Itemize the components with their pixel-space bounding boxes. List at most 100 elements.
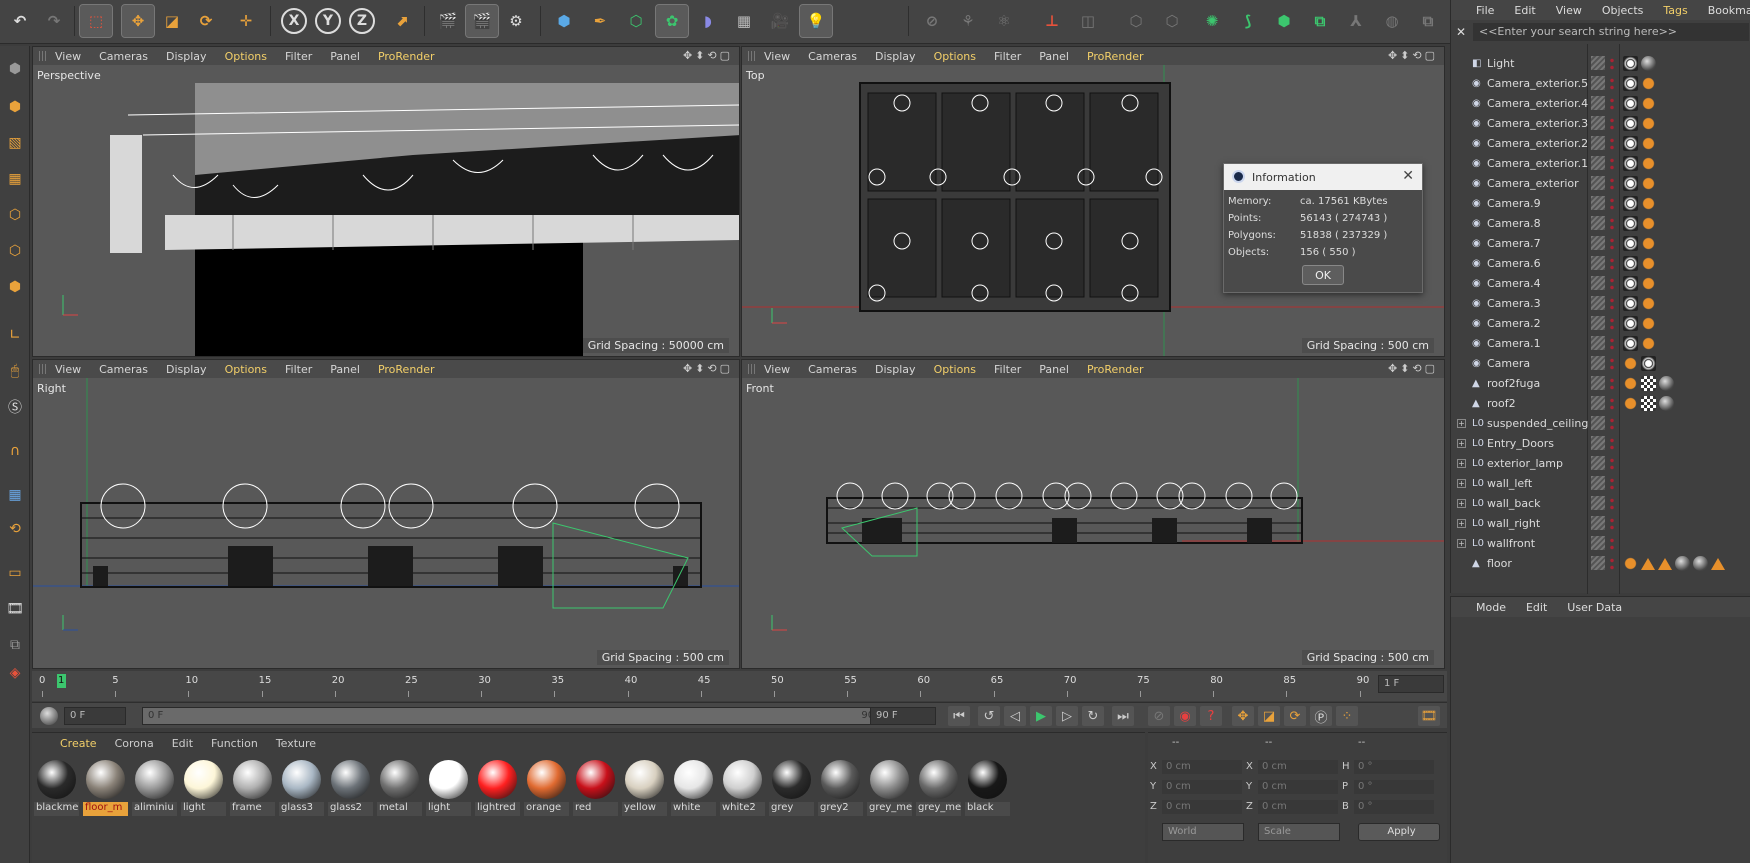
am-menu-mode[interactable]: Mode xyxy=(1476,601,1506,614)
viewport-navigation-icons[interactable]: ✥⬍⟲▢ xyxy=(1388,49,1438,62)
object-row[interactable]: ◧ Light xyxy=(1451,54,1750,74)
object-name[interactable]: Camera_exterior.4 xyxy=(1487,97,1588,110)
material-swatch[interactable]: orange xyxy=(524,758,569,817)
object-mode-icon[interactable]: ⬡ xyxy=(1120,5,1152,37)
visibility-dots-icon[interactable] xyxy=(1610,277,1614,291)
visibility-dots-icon[interactable] xyxy=(1610,137,1614,151)
object-name[interactable]: Camera_exterior.5 xyxy=(1487,77,1588,90)
object-row[interactable]: ◉ Camera.3 xyxy=(1451,294,1750,314)
menu-panel[interactable]: Panel xyxy=(1039,50,1069,63)
layer-icon[interactable] xyxy=(1591,116,1605,130)
object-name[interactable]: floor xyxy=(1487,557,1512,570)
material-menu-corona[interactable]: Corona xyxy=(115,737,154,750)
material-swatch[interactable]: grey_me xyxy=(867,758,912,817)
menu-prorender[interactable]: ProRender xyxy=(378,50,435,63)
material-menu-create[interactable]: Create xyxy=(60,737,97,750)
edges-icon[interactable]: ⬡ xyxy=(2,238,28,264)
model-icon[interactable]: ⬢ xyxy=(2,94,28,120)
menu-options[interactable]: Options xyxy=(934,363,976,376)
object-row[interactable]: + L0 wallfront xyxy=(1451,534,1750,554)
viewport-perspective[interactable]: View Cameras Display Options Filter Pane… xyxy=(32,46,740,357)
visibility-dots-icon[interactable] xyxy=(1610,237,1614,251)
expand-icon[interactable]: + xyxy=(1457,539,1466,548)
tweak-icon[interactable]: 🖱 xyxy=(2,358,28,384)
position-key-icon[interactable]: ✥ xyxy=(1232,706,1254,726)
menu-cameras[interactable]: Cameras xyxy=(808,363,857,376)
menu-filter[interactable]: Filter xyxy=(285,50,312,63)
protection-tag-icon[interactable] xyxy=(1623,556,1638,571)
target-tag-icon[interactable] xyxy=(1623,136,1638,151)
undo-icon[interactable]: ↶ xyxy=(4,5,36,37)
object-row[interactable]: + L0 Entry_Doors xyxy=(1451,434,1750,454)
phong-tag-icon[interactable] xyxy=(1641,558,1655,570)
object-search-input[interactable]: <<Enter your search string here>> xyxy=(1473,23,1749,41)
material-swatch[interactable]: black xyxy=(965,758,1010,817)
target-tag-icon[interactable] xyxy=(1623,296,1638,311)
layer-icon[interactable] xyxy=(1591,216,1605,230)
texture-tag-icon[interactable] xyxy=(1641,396,1656,411)
visibility-dots-icon[interactable] xyxy=(1610,157,1614,171)
ok-button[interactable]: OK xyxy=(1302,265,1344,285)
viewport-front[interactable]: View Cameras Display Options Filter Pane… xyxy=(741,359,1445,669)
object-name[interactable]: Camera.8 xyxy=(1487,217,1541,230)
material-swatch[interactable]: red xyxy=(573,758,618,817)
scale-icon[interactable]: ◪ xyxy=(156,5,188,37)
viewport-right[interactable]: View Cameras Display Options Filter Pane… xyxy=(32,359,740,669)
object-name[interactable]: exterior_lamp xyxy=(1487,457,1563,470)
layer-icon[interactable] xyxy=(1591,536,1605,550)
target-tag-icon[interactable] xyxy=(1623,116,1638,131)
object-row[interactable]: ▲ roof2fuga xyxy=(1451,374,1750,394)
cloner-icon[interactable]: ✿ xyxy=(655,4,689,38)
expand-icon[interactable]: + xyxy=(1457,459,1466,468)
menu-view[interactable]: View xyxy=(764,363,790,376)
material-tag-icon[interactable] xyxy=(1659,376,1674,391)
object-name[interactable]: Camera.9 xyxy=(1487,197,1541,210)
object-name[interactable]: Camera.7 xyxy=(1487,237,1541,250)
rotation-key-icon[interactable]: ⟳ xyxy=(1284,706,1306,726)
visibility-dots-icon[interactable] xyxy=(1610,437,1614,451)
coordinate-value-field[interactable]: 0 cm xyxy=(1258,760,1338,774)
layer-icon[interactable] xyxy=(1591,476,1605,490)
object-row[interactable]: ◉ Camera xyxy=(1451,354,1750,374)
om-menu-file[interactable]: File xyxy=(1476,4,1494,17)
protection-tag-icon[interactable] xyxy=(1641,196,1656,211)
object-row[interactable]: ◉ Camera_exterior.2 xyxy=(1451,134,1750,154)
visibility-dots-icon[interactable] xyxy=(1610,557,1614,571)
am-menu-edit[interactable]: Edit xyxy=(1526,601,1547,614)
om-menu-tags[interactable]: Tags xyxy=(1663,4,1687,17)
snap-icon[interactable]: ⊘ xyxy=(916,5,948,37)
pen-icon[interactable]: ✒ xyxy=(584,5,616,37)
visibility-dots-icon[interactable] xyxy=(1610,297,1614,311)
start-frame-field[interactable]: 0 F xyxy=(64,707,126,725)
points-icon[interactable]: ⬡ xyxy=(2,202,28,228)
uv-mode-icon[interactable]: ⧉ xyxy=(1304,5,1336,37)
scale-mode-dropdown[interactable]: Scale xyxy=(1258,823,1340,841)
object-name[interactable]: wall_right xyxy=(1487,517,1540,530)
material-tag-icon[interactable] xyxy=(1675,556,1690,571)
render-view-icon[interactable]: 🎬 xyxy=(432,5,464,37)
object-name[interactable]: Camera.3 xyxy=(1487,297,1541,310)
visibility-dots-icon[interactable] xyxy=(1610,357,1614,371)
visibility-dots-icon[interactable] xyxy=(1610,457,1614,471)
material-menu-edit[interactable]: Edit xyxy=(172,737,193,750)
object-name[interactable]: Camera.2 xyxy=(1487,317,1541,330)
coordinate-value-field[interactable]: 0 cm xyxy=(1162,780,1242,794)
material-swatch[interactable]: white2 xyxy=(720,758,765,817)
close-icon[interactable]: ✕ xyxy=(1402,168,1414,184)
material-swatch[interactable]: lightred xyxy=(475,758,520,817)
expand-icon[interactable]: + xyxy=(1457,419,1466,428)
apply-button[interactable]: Apply xyxy=(1358,823,1440,841)
protection-tag-icon[interactable] xyxy=(1623,356,1638,371)
play-icon[interactable]: ▶ xyxy=(1030,706,1052,726)
timeline-ruler[interactable]: 0 5 10 15 20 25 30 35 40 45 50 55 60 65 70 75 80 85 90 1 1… xyxy=(32,671,1447,701)
target-tag-icon[interactable] xyxy=(1623,216,1638,231)
menu-options[interactable]: Options xyxy=(934,50,976,63)
go-to-start-icon[interactable]: ⏮ xyxy=(948,706,970,726)
material-swatch[interactable]: light xyxy=(426,758,471,817)
scale-key-icon[interactable]: ◪ xyxy=(1258,706,1280,726)
viewport-navigation-icons[interactable]: ✥⬍⟲▢ xyxy=(683,49,733,62)
light-icon[interactable]: 💡 xyxy=(799,4,833,38)
previous-key-icon[interactable]: ↺ xyxy=(978,706,1000,726)
render-picture-viewer-icon[interactable]: 🎬 xyxy=(465,4,499,38)
points-mode-icon[interactable]: ✺ xyxy=(1196,5,1228,37)
